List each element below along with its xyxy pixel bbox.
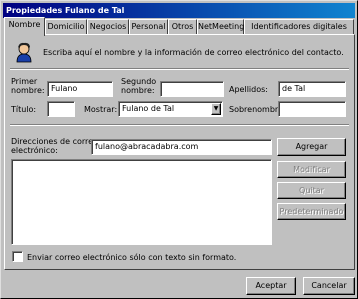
properties-dialog: Propiedades Fulano de Tal Nombre Domicil… <box>0 0 358 299</box>
mostrar-label: Mostrar: <box>84 105 118 114</box>
quitar-button[interactable]: Quitar <box>277 182 346 199</box>
separator <box>10 124 349 126</box>
primer-nombre-input[interactable]: Fulano <box>47 81 113 97</box>
segundo-nombre-label-1: Segundo <box>121 77 157 86</box>
chevron-down-icon[interactable]: ▼ <box>211 103 221 115</box>
tab-panel-nombre: Escriba aquí el nombre y la información … <box>4 34 355 270</box>
tab-negocios[interactable]: Negocios <box>87 19 129 35</box>
agregar-button[interactable]: Agregar <box>277 138 346 156</box>
primer-nombre-label-1: Primer <box>11 77 38 86</box>
email-label-1: Direcciones de correo <box>11 137 98 146</box>
tab-netmeeting[interactable]: NetMeeting <box>197 19 244 35</box>
predeterminado-button[interactable]: Predeterminado <box>277 203 346 220</box>
apellidos-label: Apellidos: <box>229 85 268 94</box>
tab-identificadores-digitales[interactable]: Identificadores digitales <box>244 19 354 35</box>
instruction-text: Escriba aquí el nombre y la información … <box>43 48 344 57</box>
tab-domicilio[interactable]: Domicilio <box>45 19 87 35</box>
segundo-nombre-input[interactable] <box>160 81 224 97</box>
modificar-button[interactable]: Modificar <box>277 161 346 178</box>
tab-otros[interactable]: Otros <box>168 19 197 35</box>
tab-nombre[interactable]: Nombre <box>4 17 45 36</box>
plain-text-checkbox[interactable] <box>12 251 23 262</box>
email-list[interactable] <box>11 159 272 245</box>
window-title: Propiedades Fulano de Tal <box>6 6 125 15</box>
plain-text-checkbox-label: Enviar correo electrónico sólo con texto… <box>27 253 237 262</box>
aceptar-button[interactable]: Aceptar <box>246 277 296 295</box>
cancelar-button[interactable]: Cancelar <box>303 277 355 295</box>
tab-personal[interactable]: Personal <box>129 19 168 35</box>
title-bar: Propiedades Fulano de Tal <box>3 3 355 18</box>
mostrar-select-value: Fulano de Tal <box>122 104 175 113</box>
primer-nombre-label-2: nombre: <box>11 86 45 95</box>
email-input[interactable]: fulano@abracadabra.com <box>91 139 272 155</box>
sobrenombre-input[interactable] <box>278 101 346 117</box>
email-label-2: electrónico: <box>11 146 58 155</box>
titulo-label: Título: <box>11 105 37 114</box>
separator <box>10 68 349 70</box>
segundo-nombre-label-2: nombre: <box>121 86 155 95</box>
titulo-input[interactable] <box>47 101 75 117</box>
mostrar-select[interactable]: Fulano de Tal ▼ <box>118 101 223 117</box>
apellidos-input[interactable]: de Tal <box>278 81 346 97</box>
contact-person-icon <box>13 41 35 63</box>
